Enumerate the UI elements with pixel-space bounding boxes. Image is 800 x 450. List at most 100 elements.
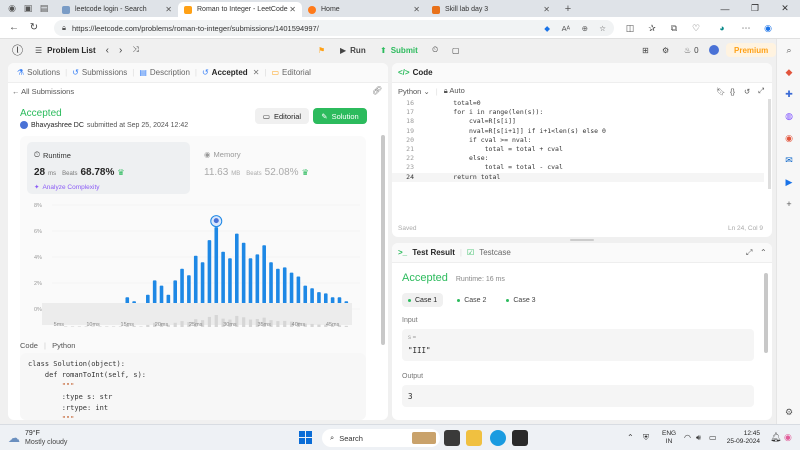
- clock[interactable]: 12:45 25-09-2024: [726, 430, 760, 446]
- expand-icon[interactable]: ⤢: [758, 86, 764, 96]
- back-icon[interactable]: ←: [4, 18, 24, 38]
- avatar[interactable]: [709, 45, 719, 55]
- problem-list-button[interactable]: ☰ Problem List: [35, 46, 96, 55]
- collapse-panel-icon[interactable]: ⌃: [760, 248, 767, 257]
- read-aloud-icon[interactable]: Aᴬ: [562, 24, 570, 33]
- chart-bar[interactable]: [235, 233, 239, 309]
- url-field[interactable]: 🔒︎ https://leetcode.com/problems/roman-t…: [54, 20, 614, 36]
- copilot-taskbar-icon[interactable]: ◉: [784, 432, 792, 443]
- tab-testcase[interactable]: ☑ Testcase: [467, 248, 511, 257]
- collections-icon[interactable]: ⧉: [666, 20, 682, 36]
- tab-home[interactable]: Home ✕: [302, 2, 426, 17]
- maximize-panel-icon[interactable]: ⤢: [746, 248, 752, 258]
- tab-search[interactable]: leetcode login - Search ✕: [56, 2, 178, 17]
- shopping-icon[interactable]: ◆: [777, 61, 800, 83]
- chart-bar[interactable]: [228, 258, 232, 309]
- next-problem-icon[interactable]: ›: [119, 45, 122, 56]
- split-screen-icon[interactable]: ◫: [622, 20, 638, 36]
- settings-more-icon[interactable]: ⋯: [738, 20, 754, 36]
- runtime-card[interactable]: 🕓︎ Runtime 28 ms Beats 68.78% ♛ ✦ Analyz…: [27, 142, 190, 194]
- edge-copilot-icon[interactable]: ◉: [760, 20, 776, 36]
- new-tab-icon[interactable]: +: [560, 1, 576, 17]
- shuffle-icon[interactable]: ⤨: [132, 45, 138, 55]
- volume-icon[interactable]: 🔊︎: [696, 433, 701, 443]
- extension-icon[interactable]: ◆: [544, 24, 550, 33]
- test-scrollbar[interactable]: [764, 273, 768, 353]
- wifi-icon[interactable]: ◠: [684, 433, 691, 442]
- drop-icon[interactable]: ▶: [777, 171, 800, 193]
- workspaces-icon[interactable]: ▣: [20, 1, 36, 17]
- favorites-icon[interactable]: ✰: [644, 20, 660, 36]
- streak-counter[interactable]: ♨ 0: [684, 46, 699, 55]
- premium-button[interactable]: Premium: [726, 43, 777, 57]
- chart-bar[interactable]: [255, 254, 260, 309]
- case-tab[interactable]: Case 3: [500, 293, 541, 307]
- braces-icon[interactable]: {}: [730, 87, 735, 96]
- tab-editorial[interactable]: ▭ Editorial: [266, 68, 315, 77]
- submit-button[interactable]: ⬆ Submit: [380, 46, 418, 55]
- analyze-complexity-link[interactable]: ✦ Analyze Complexity: [34, 183, 100, 192]
- taskbar-search[interactable]: ⌕ Search: [322, 429, 440, 447]
- close-icon[interactable]: ✕: [543, 5, 550, 14]
- edge-icon[interactable]: [490, 430, 506, 446]
- tab-submissions[interactable]: ↺ Submissions: [67, 68, 132, 77]
- games-icon[interactable]: ◍: [777, 105, 800, 127]
- auto-mode-toggle[interactable]: 🔒︎ Auto: [444, 86, 465, 96]
- mini-range-chart[interactable]: 5ms 10ms 15ms 20ms 25ms 30ms 35ms 40ms 45ms: [20, 303, 370, 329]
- copilot-icon[interactable]: ◕: [714, 20, 730, 36]
- chart-bar[interactable]: [200, 262, 205, 309]
- battery-icon[interactable]: ▭: [709, 433, 717, 442]
- editor-hscroll[interactable]: [768, 99, 771, 189]
- search-icon[interactable]: ⌕: [777, 39, 800, 61]
- language-select[interactable]: Python ⌄: [398, 87, 430, 96]
- settings-icon[interactable]: ⚙: [662, 46, 669, 55]
- zoom-icon[interactable]: ⊕: [582, 24, 588, 33]
- notification-bell-icon[interactable]: 🔔︎: [770, 432, 781, 443]
- solution-button[interactable]: ✎ Solution: [313, 108, 367, 124]
- editorial-button[interactable]: ▭ Editorial: [255, 108, 309, 124]
- close-window-icon[interactable]: ✕: [770, 0, 800, 17]
- terminal-app-icon[interactable]: [512, 430, 528, 446]
- start-button[interactable]: [299, 431, 312, 444]
- case-tab[interactable]: Case 1: [402, 293, 444, 307]
- profile-icon[interactable]: ◉: [4, 1, 20, 17]
- link-icon[interactable]: 🔗︎: [372, 86, 382, 95]
- chart-bar[interactable]: [269, 262, 273, 309]
- tab-test-result[interactable]: >_ Test Result: [398, 248, 455, 257]
- tab-skill-lab[interactable]: Skill lab day 3 ✕: [426, 2, 556, 17]
- close-icon[interactable]: ✕: [413, 5, 420, 14]
- tab-solutions[interactable]: ⚗ Solutions: [12, 68, 65, 77]
- all-submissions-link[interactable]: ← All Submissions: [12, 87, 74, 96]
- notes-icon[interactable]: ▢: [452, 46, 460, 55]
- chart-bar[interactable]: [248, 258, 253, 309]
- task-view-icon[interactable]: [444, 430, 460, 446]
- reset-icon[interactable]: ↺: [744, 87, 750, 96]
- tab-actions-icon[interactable]: ▤: [36, 1, 52, 17]
- sidebar-settings-icon[interactable]: ⚙: [777, 401, 800, 423]
- performance-icon[interactable]: ♡: [688, 20, 704, 36]
- chart-bar[interactable]: [221, 251, 225, 309]
- debug-icon[interactable]: ⚑: [318, 46, 325, 55]
- chart-bar[interactable]: [262, 245, 266, 309]
- left-scrollbar[interactable]: [381, 135, 385, 345]
- tab-accepted[interactable]: ↺ Accepted ✕: [197, 68, 264, 77]
- security-icon[interactable]: ⛨: [643, 433, 649, 443]
- panel-resize-handle[interactable]: [570, 239, 594, 241]
- close-icon[interactable]: ✕: [289, 5, 296, 14]
- close-icon[interactable]: ✕: [165, 5, 172, 14]
- chart-bar[interactable]: [241, 242, 246, 309]
- layout-icon[interactable]: ⊞: [642, 46, 649, 55]
- tray-chevron-icon[interactable]: ⌃: [627, 433, 634, 442]
- bookmark-icon[interactable]: 🔖︎: [716, 87, 726, 96]
- code-lines[interactable]: 16 total=0 17 for i in range(len(s)): 18…: [392, 99, 764, 182]
- language-indicator[interactable]: ENG IN: [662, 430, 676, 446]
- minimize-icon[interactable]: —: [710, 0, 740, 17]
- close-icon[interactable]: ✕: [253, 68, 260, 77]
- add-sidebar-icon[interactable]: +: [777, 193, 800, 215]
- tab-description[interactable]: ▤ Description: [134, 68, 195, 77]
- refresh-icon[interactable]: ↻: [24, 18, 44, 38]
- memory-card[interactable]: ◉ Memory 11.63 MB Beats 52.08% ♛: [198, 142, 363, 194]
- office-icon[interactable]: ◉: [777, 127, 800, 149]
- run-button[interactable]: ▶ Run: [340, 46, 366, 55]
- prev-problem-icon[interactable]: ‹: [106, 45, 109, 56]
